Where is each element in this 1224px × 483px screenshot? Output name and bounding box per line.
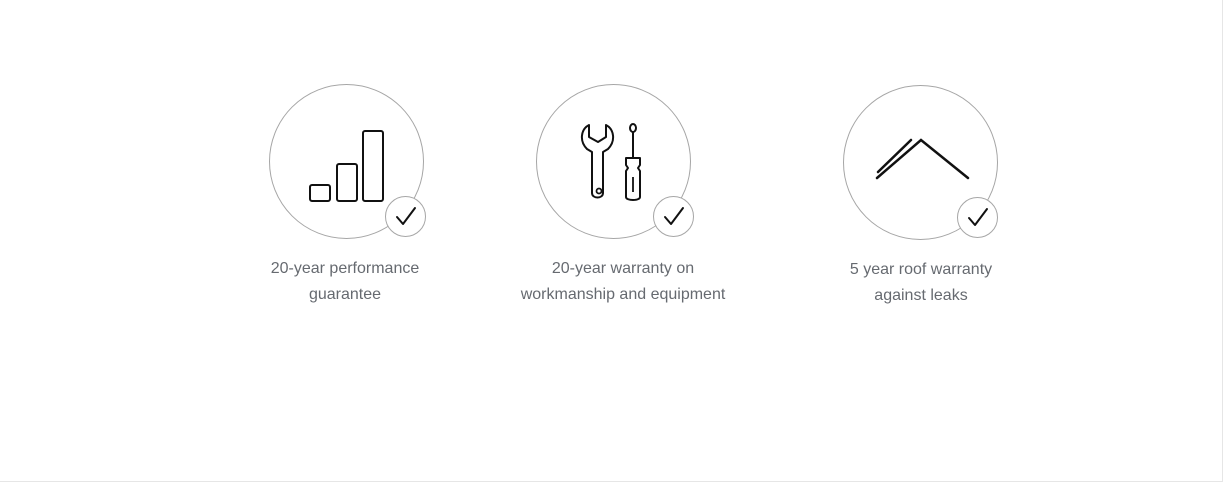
workmanship-caption-line1: 20-year warranty on bbox=[551, 260, 695, 277]
roof-caption: 5 year roof warranty against leaks bbox=[801, 257, 1041, 309]
checkmark-icon bbox=[664, 207, 684, 225]
roof-caption-line2: against leaks bbox=[874, 287, 968, 304]
performance-check-badge bbox=[385, 196, 426, 237]
performance-caption: 20-year performance guarantee bbox=[225, 256, 465, 308]
performance-caption-line2: guarantee bbox=[308, 286, 382, 303]
performance-caption-line1: 20-year performance bbox=[270, 260, 420, 277]
workmanship-caption: 20-year warranty on workmanship and equi… bbox=[503, 256, 743, 308]
roof-check-badge bbox=[957, 197, 998, 238]
workmanship-check-badge bbox=[653, 196, 694, 237]
workmanship-caption-line2: workmanship and equipment bbox=[520, 286, 726, 303]
checkmark-icon bbox=[396, 207, 416, 225]
warranty-features-section: 20-year performance guarantee 20-year wa… bbox=[0, 0, 1223, 482]
checkmark-icon bbox=[968, 208, 988, 226]
roof-caption-line1: 5 year roof warranty bbox=[849, 261, 993, 278]
